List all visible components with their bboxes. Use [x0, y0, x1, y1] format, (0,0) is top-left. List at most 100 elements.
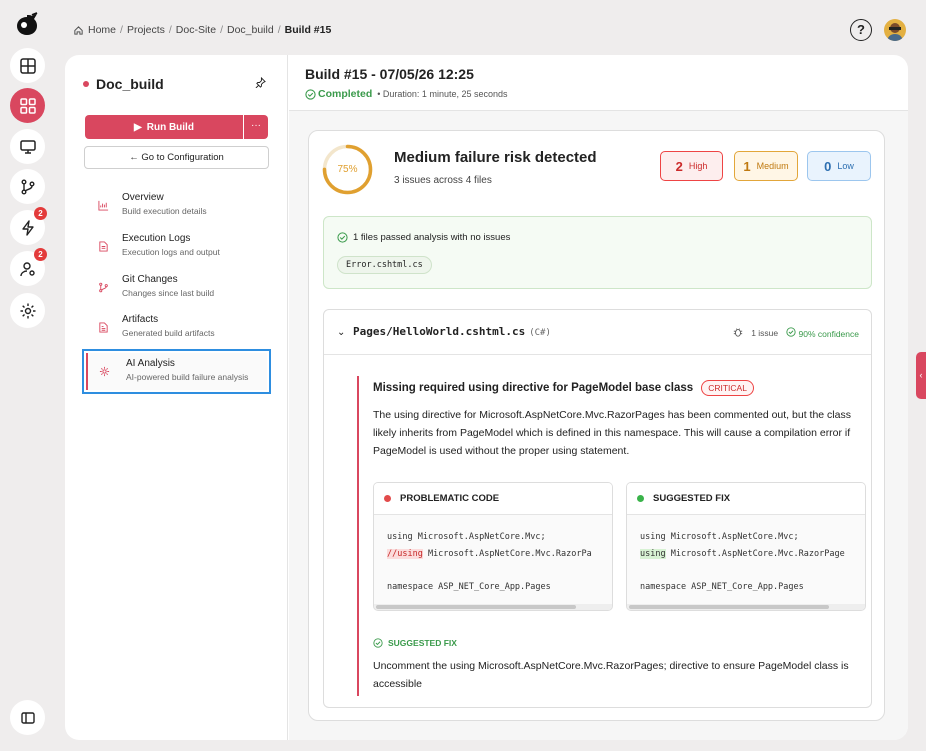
side-panel-toggle[interactable]: ‹ — [916, 352, 926, 399]
nav-title: Artifacts — [122, 314, 159, 325]
bug-icon — [733, 327, 743, 339]
sidebar-toggle-icon[interactable] — [10, 700, 45, 735]
status-badge: Completed — [305, 88, 372, 100]
table-icon[interactable] — [10, 48, 45, 83]
gear-icon[interactable] — [10, 293, 45, 328]
breadcrumb-separator: / — [120, 24, 123, 36]
run-build-button[interactable]: ▶ Run Build — [85, 115, 243, 139]
breadcrumb-doc-site[interactable]: Doc-Site — [176, 24, 216, 36]
severity-count: 0 — [824, 158, 832, 174]
severity-medium-badge[interactable]: 1 Medium — [734, 151, 798, 181]
nav-item-ai-analysis[interactable]: AI Analysis AI-powered build failure anal… — [82, 349, 271, 394]
main-card: Doc_build ▶ Run Build ··· ← Go to Config… — [65, 55, 908, 740]
avatar[interactable] — [884, 19, 906, 41]
chevron-down-icon[interactable]: ⌄ — [337, 327, 345, 338]
problem-label: PROBLEMATIC CODE — [400, 493, 500, 504]
build-nav-panel: Doc_build ▶ Run Build ··· ← Go to Config… — [65, 55, 288, 740]
run-options-button[interactable]: ··· — [244, 115, 268, 139]
dashboard-icon[interactable] — [10, 88, 45, 123]
code-panel-header: SUGGESTED FIX — [627, 483, 865, 515]
lightning-icon[interactable]: 2 — [10, 207, 47, 245]
nav-item-git-changes[interactable]: Git Changes Changes since last build — [84, 274, 269, 310]
code-line: Microsoft.AspNetCore.Mvc.RazorPage — [665, 548, 845, 559]
build-content: Build #15 - 07/05/26 12:25 Completed • D… — [289, 55, 908, 740]
passed-files-panel: 1 files passed analysis with no issues E… — [323, 216, 872, 289]
green-dot-icon — [637, 495, 644, 502]
file-path: Pages/HelloWorld.cshtml.cs — [353, 325, 526, 338]
breadcrumb-doc-build[interactable]: Doc_build — [227, 24, 274, 36]
severity-high-badge[interactable]: 2 High — [660, 151, 723, 181]
analysis-card: 75% Medium failure risk detected 3 issue… — [308, 130, 885, 721]
fix-label: SUGGESTED FIX — [653, 493, 731, 504]
icon-rail: 2 2 — [0, 0, 54, 751]
users-badge: 2 — [34, 248, 47, 261]
code-panel-header: PROBLEMATIC CODE — [374, 483, 612, 515]
nav-item-overview[interactable]: Overview Build execution details — [84, 192, 269, 228]
pin-icon[interactable] — [255, 76, 266, 91]
suggested-fix-label: SUGGESTED FIX — [388, 638, 457, 648]
code-line: using Microsoft.AspNetCore.Mvc; — [640, 532, 799, 542]
breadcrumb-projects[interactable]: Projects — [127, 24, 165, 36]
nav-item-execution-logs[interactable]: Execution Logs Execution logs and output — [84, 233, 269, 269]
nav-title: Execution Logs — [122, 233, 191, 244]
run-build-label: Run Build — [146, 121, 194, 133]
breadcrumb-home[interactable]: Home — [88, 24, 116, 36]
file-issue-card: ⌄ Pages/HelloWorld.cshtml.cs (C#) 1 issue… — [323, 309, 872, 708]
code-line: namespace ASP_NET_Core_App.Pages — [640, 581, 804, 592]
risk-subtitle: 3 issues across 4 files — [394, 175, 492, 186]
issue-description: The using directive for Microsoft.AspNet… — [373, 409, 851, 457]
severity-count: 1 — [743, 158, 751, 174]
play-icon: ▶ — [134, 121, 142, 133]
file-header[interactable]: ⌄ Pages/HelloWorld.cshtml.cs (C#) 1 issue… — [324, 310, 871, 355]
build-duration: • Duration: 1 minute, 25 seconds — [377, 89, 508, 99]
issue-block: Missing required using directive for Pag… — [357, 376, 866, 696]
nav-subtitle: Generated build artifacts — [122, 328, 215, 338]
nav-subtitle: Execution logs and output — [122, 247, 220, 257]
nav-title: AI Analysis — [126, 358, 175, 369]
git-branch-icon[interactable] — [10, 169, 45, 204]
check-circle-icon — [373, 638, 383, 648]
help-button[interactable]: ? — [850, 19, 872, 41]
issue-count: 1 issue — [751, 328, 779, 338]
nav-subtitle: Changes since last build — [122, 288, 215, 298]
severity-label: Medium — [756, 161, 789, 171]
build-status: Completed • Duration: 1 minute, 25 secon… — [305, 88, 508, 100]
passed-summary: 1 files passed analysis with no issues — [337, 232, 510, 243]
home-icon[interactable] — [73, 25, 84, 36]
risk-title: Medium failure risk detected — [394, 149, 597, 166]
nav-title: Git Changes — [122, 274, 178, 285]
code-highlight-removed: //using — [387, 548, 423, 559]
project-title: Doc_build — [83, 76, 164, 92]
monitor-icon[interactable] — [10, 129, 45, 164]
code-line: namespace ASP_NET_Core_App.Pages — [387, 581, 551, 592]
user-settings-icon[interactable]: 2 — [10, 248, 47, 286]
passed-file-chip[interactable]: Error.cshtml.cs — [337, 256, 432, 274]
risk-percent: 75% — [337, 164, 358, 175]
check-circle-icon — [337, 232, 348, 243]
severity-count: 2 — [675, 158, 683, 174]
problematic-code-panel: PROBLEMATIC CODE using Microsoft.AspNetC… — [373, 482, 613, 611]
chart-icon — [84, 192, 122, 216]
check-circle-icon — [786, 327, 796, 337]
suggested-fix-text: Uncomment the using Microsoft.AspNetCore… — [373, 660, 849, 690]
analysis-scroll-area[interactable]: 75% Medium failure risk detected 3 issue… — [289, 111, 908, 740]
project-name: Doc_build — [96, 76, 164, 92]
critical-badge: CRITICAL — [701, 380, 754, 396]
code-highlight-added: using — [640, 548, 666, 559]
nav-item-artifacts[interactable]: Artifacts Generated build artifacts — [84, 314, 269, 350]
suggested-fix-panel: SUGGESTED FIX using Microsoft.AspNetCore… — [626, 482, 866, 611]
severity-label: High — [688, 161, 708, 171]
app-logo-icon[interactable] — [10, 9, 44, 43]
file-meta: 1 issue 90% confidence — [733, 327, 859, 339]
severity-low-badge[interactable]: 0 Low — [807, 151, 871, 181]
nav-subtitle: AI-powered build failure analysis — [126, 372, 249, 382]
code-line: Microsoft.AspNetCore.Mvc.RazorPa — [422, 548, 592, 559]
horizontal-scrollbar[interactable] — [374, 604, 612, 610]
code-line: using Microsoft.AspNetCore.Mvc; — [387, 532, 546, 542]
horizontal-scrollbar[interactable] — [627, 604, 865, 610]
go-to-configuration-button[interactable]: ← Go to Configuration — [84, 146, 269, 169]
suggested-code: using Microsoft.AspNetCore.Mvc; using Mi… — [627, 515, 865, 595]
check-circle-icon — [305, 88, 316, 100]
passed-text: 1 files passed analysis with no issues — [353, 232, 511, 243]
suggested-fix-heading: SUGGESTED FIX — [373, 638, 457, 648]
